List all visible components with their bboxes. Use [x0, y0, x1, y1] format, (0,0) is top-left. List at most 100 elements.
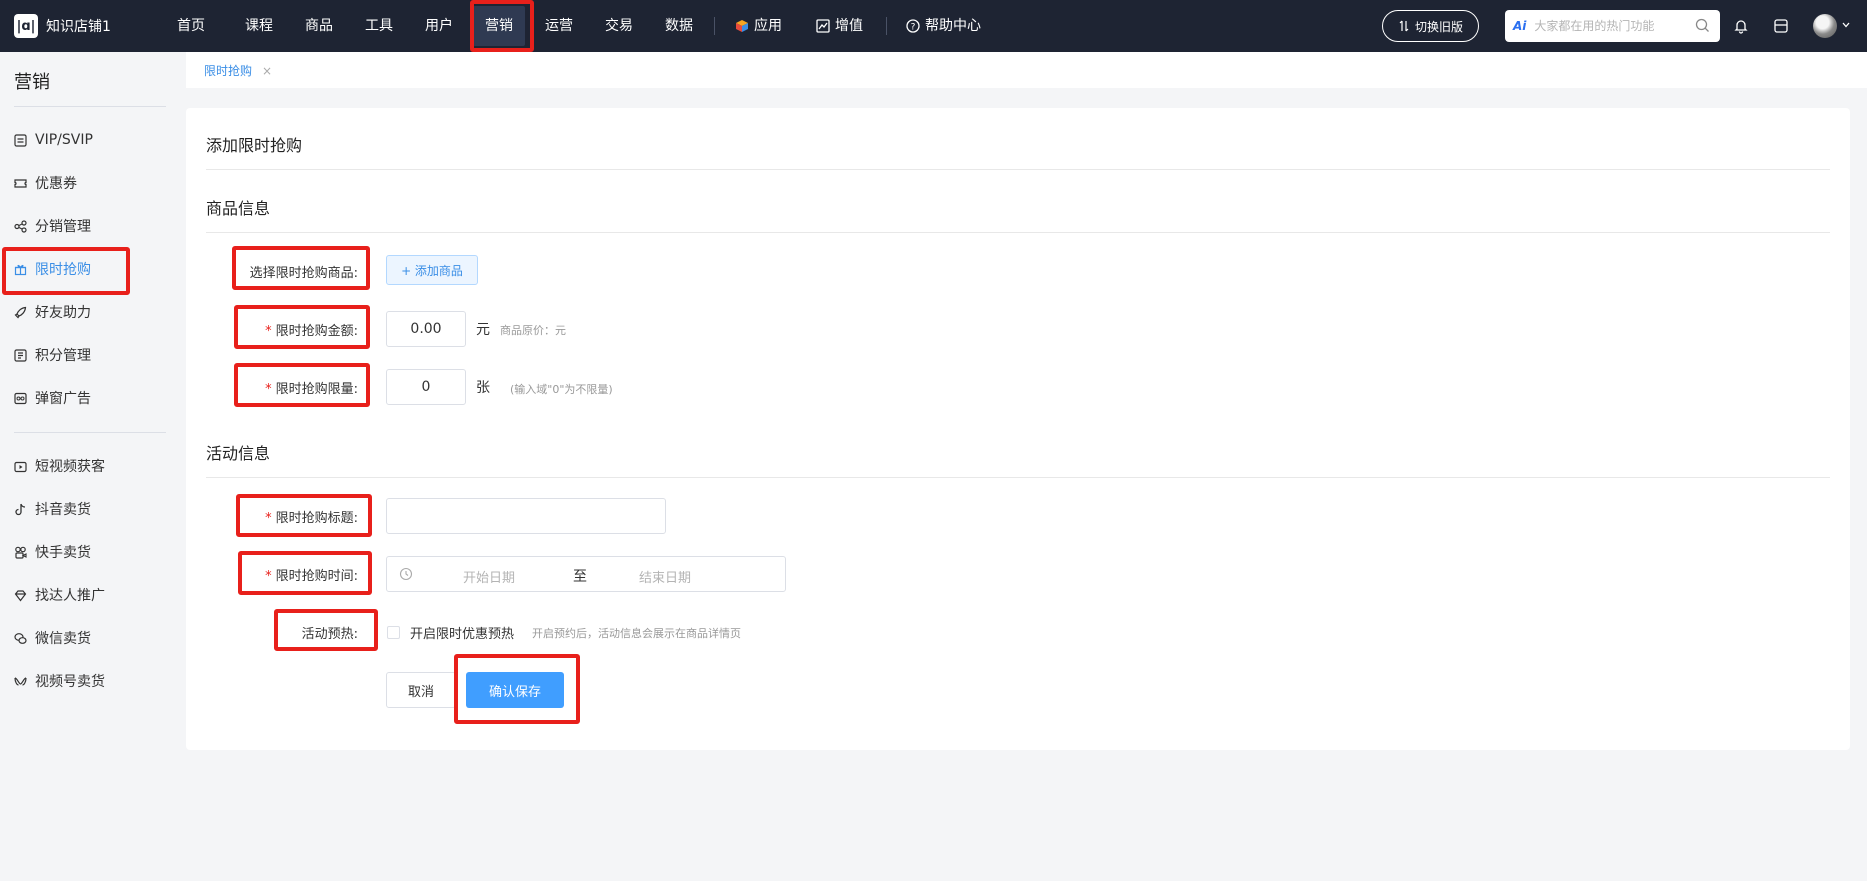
search-input[interactable] [1534, 19, 1675, 33]
nav-label: 用户 [425, 18, 453, 34]
select-product-label: 选择限时抢购商品: [249, 266, 358, 281]
section-divider [206, 232, 1830, 233]
channels-icon [14, 676, 27, 686]
date-range-picker[interactable]: 开始日期 至 结束日期 [386, 556, 786, 592]
cube-icon [736, 20, 748, 32]
sidebar-item-wechat[interactable]: 微信卖货 [14, 625, 91, 651]
nav-label: 工具 [365, 18, 393, 34]
required-mark: * [265, 511, 272, 526]
nav-item-courses[interactable]: 课程 [245, 0, 273, 52]
sidebar-item-distribution[interactable]: 分销管理 [14, 213, 91, 239]
sidebar-divider [14, 106, 166, 107]
nav-label: 增值 [835, 18, 863, 34]
ai-badge: Ai [1513, 19, 1527, 33]
nav-item-help-center[interactable]: ? 帮助中心 [906, 0, 981, 52]
chevron-down-icon[interactable] [1841, 20, 1851, 30]
ticket-icon [14, 178, 27, 188]
confirm-save-button[interactable]: 确认保存 [466, 672, 564, 708]
sidebar-item-kuaishou[interactable]: 快手卖货 [14, 539, 91, 565]
close-icon[interactable]: × [262, 64, 272, 78]
amount-input[interactable] [386, 311, 466, 347]
end-date-placeholder[interactable]: 结束日期 [639, 567, 691, 586]
sidebar-item-label: 短视频获客 [35, 459, 105, 475]
add-product-button[interactable]: + 添加商品 [386, 255, 478, 285]
points-icon [14, 348, 27, 362]
notification-bell-icon[interactable] [1731, 16, 1751, 36]
wechat-icon [14, 632, 27, 644]
swap-icon [1399, 20, 1409, 32]
sidebar-item-popup-ads[interactable]: 弹窗广告 [14, 385, 91, 411]
preheat-checkbox[interactable] [387, 626, 400, 639]
preheat-checkbox-label[interactable]: 开启限时优惠预热 [410, 623, 514, 642]
nav-label: 应用 [754, 18, 782, 34]
nav-item-marketing[interactable]: 营销 [473, 6, 525, 46]
nav-label: 首页 [177, 18, 205, 34]
start-date-placeholder[interactable]: 开始日期 [463, 567, 515, 586]
nav-item-home[interactable]: 首页 [177, 0, 205, 52]
sidebar-item-label: 积分管理 [35, 348, 91, 364]
sidebar-item-label: 视频号卖货 [35, 674, 105, 690]
nav-divider [714, 17, 715, 35]
sidebar: 营销 VIP/SVIP 优惠券 分销管理 限时抢购 好友助力 积分管理 弹窗广告… [0, 52, 176, 881]
tab-label: 限时抢购 [204, 64, 253, 78]
page-title: 添加限时抢购 [206, 136, 303, 155]
preheat-hint: 开启预约后，活动信息会展示在商品详情页 [532, 627, 741, 640]
amount-label-text: 限时抢购金额: [275, 324, 358, 339]
limit-hint: (输入域"0"为不限量) [510, 383, 613, 396]
sidebar-item-label: 微信卖货 [35, 631, 91, 647]
tab-flash-sale[interactable]: 限时抢购 × [204, 62, 272, 79]
nav-label: 营销 [485, 18, 513, 34]
sidebar-item-friend-help[interactable]: 好友助力 [14, 299, 91, 325]
sidebar-item-label: 找达人推广 [35, 588, 105, 604]
sidebar-item-coupons[interactable]: 优惠券 [14, 170, 77, 196]
amount-label: * 限时抢购金额: [240, 320, 358, 339]
nav-label: 数据 [665, 18, 693, 34]
required-mark: * [265, 569, 272, 584]
nav-item-products[interactable]: 商品 [305, 0, 333, 52]
chart-icon [816, 19, 830, 33]
kuaishou-icon [15, 546, 27, 559]
activity-title-input[interactable] [386, 498, 666, 534]
limit-input[interactable] [386, 369, 466, 405]
nav-label: 交易 [605, 18, 633, 34]
store-icon[interactable] [1771, 16, 1791, 36]
popup-ad-icon [14, 392, 27, 404]
nav-item-operations[interactable]: 运营 [545, 0, 573, 52]
nav-divider [886, 17, 887, 35]
sidebar-item-douyin[interactable]: 抖音卖货 [14, 496, 91, 522]
nav-item-apps[interactable]: 应用 [735, 0, 782, 52]
activity-time-label: * 限时抢购时间: [240, 565, 358, 584]
sidebar-item-label: 好友助力 [35, 305, 91, 321]
limit-label: * 限时抢购限量: [240, 378, 358, 397]
nav-item-trade[interactable]: 交易 [605, 0, 633, 52]
limit-unit: 张 [476, 380, 490, 396]
switch-label: 切换旧版 [1414, 19, 1463, 34]
video-icon [14, 461, 27, 472]
switch-old-version-button[interactable]: 切换旧版 [1382, 10, 1479, 42]
sidebar-item-influencer[interactable]: 找达人推广 [14, 582, 105, 608]
flash-sale-form-card: 添加限时抢购 商品信息 选择限时抢购商品: + 添加商品 *限时抢购金额: 元 … [186, 108, 1850, 750]
sidebar-title: 营销 [14, 72, 50, 93]
user-avatar[interactable] [1813, 14, 1837, 38]
product-section-title: 商品信息 [206, 199, 271, 218]
nav-item-users[interactable]: 用户 [425, 0, 453, 52]
nav-label: 运营 [545, 18, 573, 34]
sidebar-item-points[interactable]: 积分管理 [14, 342, 91, 368]
search-icon[interactable] [1695, 18, 1710, 33]
nav-item-data[interactable]: 数据 [665, 0, 693, 52]
cancel-button[interactable]: 取消 [386, 672, 456, 708]
nav-item-value-added[interactable]: 增值 [816, 0, 863, 52]
tab-strip: 限时抢购 × [186, 52, 1867, 88]
nav-item-tools[interactable]: 工具 [365, 0, 393, 52]
required-mark: * [265, 382, 272, 397]
store-name: 知识店铺1 [46, 19, 111, 35]
sidebar-item-channels[interactable]: 视频号卖货 [14, 668, 105, 694]
sidebar-item-flash-sale[interactable]: 限时抢购 [14, 256, 91, 282]
logo-icon: |ɑ| [14, 14, 38, 38]
sidebar-item-short-video[interactable]: 短视频获客 [14, 453, 105, 479]
sidebar-item-label: 快手卖货 [35, 545, 91, 561]
store-logo[interactable]: |ɑ| 知识店铺1 [14, 13, 111, 39]
gift-icon [14, 264, 27, 275]
activity-section-title: 活动信息 [206, 444, 271, 463]
sidebar-item-vip[interactable]: VIP/SVIP [14, 127, 93, 153]
